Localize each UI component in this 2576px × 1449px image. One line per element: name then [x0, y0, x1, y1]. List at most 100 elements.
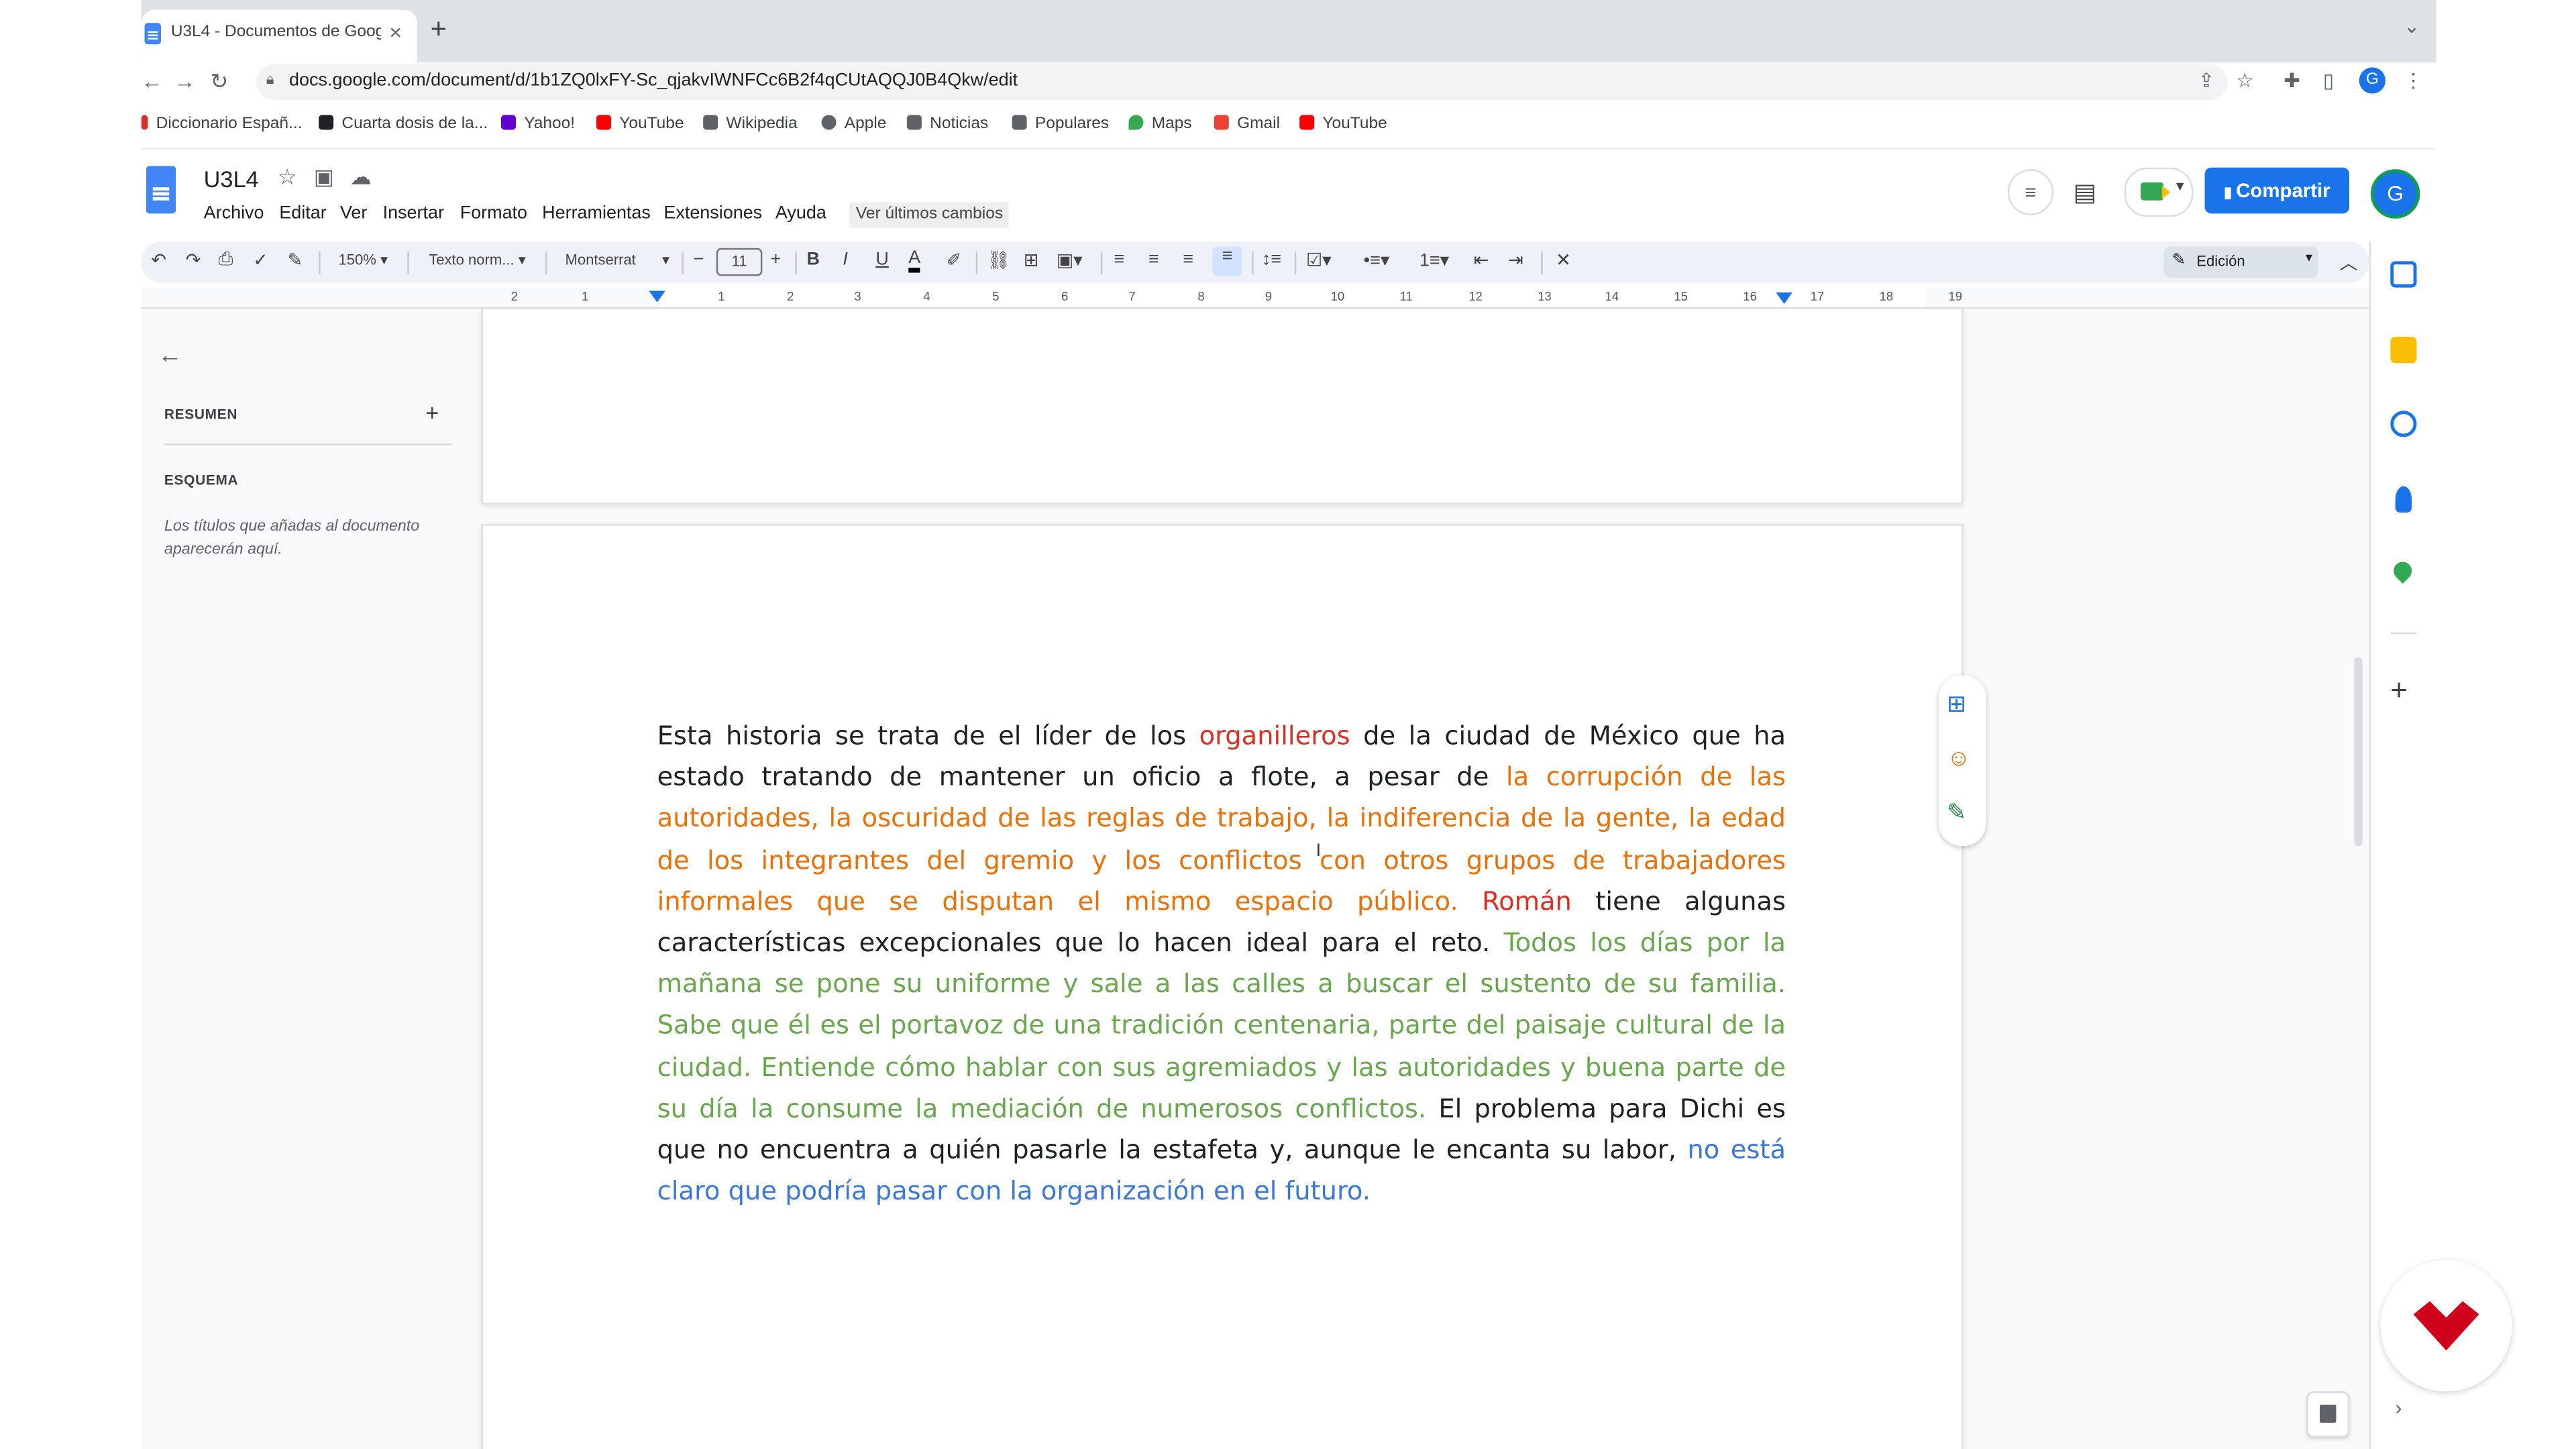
bookmark-item[interactable]: Diccionario Españ...	[141, 115, 302, 133]
bookmark-item[interactable]: Maps	[1128, 115, 1192, 133]
tab-close-icon[interactable]: ×	[389, 19, 402, 44]
checklist-icon[interactable]: ☑▾	[1306, 250, 1332, 271]
calendar-icon[interactable]	[2390, 261, 2417, 288]
add-comment-icon[interactable]: ⊞	[1024, 250, 1039, 271]
editing-mode-select[interactable]: ✎ Edición ▼	[2163, 246, 2318, 278]
italic-button[interactable]: I	[843, 250, 848, 269]
add-summary-button[interactable]: +	[425, 399, 439, 425]
forward-icon[interactable]: →	[174, 69, 196, 94]
bookmark-item[interactable]: Wikipedia	[703, 115, 798, 133]
menu-insertar[interactable]: Insertar	[383, 204, 444, 223]
outline-hint-text: Los títulos que añadas al documento apar…	[164, 517, 420, 559]
increase-indent-icon[interactable]: ⇥	[1508, 250, 1523, 271]
bookmark-item[interactable]: YouTube	[596, 115, 684, 133]
chevron-down-icon[interactable]: ▾	[662, 252, 669, 270]
back-icon[interactable]: ←	[142, 69, 163, 94]
bookmark-item[interactable]: Yahoo!	[500, 115, 575, 133]
vertical-scrollbar[interactable]	[2354, 657, 2363, 847]
document-title[interactable]: U3L4	[204, 166, 259, 192]
suggest-edits-icon[interactable]: ✎	[1947, 798, 1966, 826]
move-folder-icon[interactable]: ▣	[314, 164, 334, 191]
bold-button[interactable]: B	[806, 250, 819, 269]
bulleted-list-icon[interactable]: •≡▾	[1364, 250, 1390, 271]
spellcheck-icon[interactable]: ✓	[253, 250, 268, 271]
ruler-number: 17	[1810, 289, 1825, 305]
menu-ver[interactable]: Ver	[340, 204, 367, 223]
menu-editar[interactable]: Editar	[279, 204, 326, 223]
numbered-list-icon[interactable]: 1≡▾	[1419, 250, 1449, 271]
align-right-icon[interactable]: ≡	[1183, 250, 1193, 269]
bookmark-item[interactable]: Cuarta dosis de la...	[319, 115, 488, 133]
paint-format-icon[interactable]: ✎	[288, 250, 303, 271]
font-select[interactable]: Montserrat	[565, 252, 635, 268]
ruler-number: 1	[581, 289, 589, 305]
left-indent-marker-icon[interactable]	[649, 290, 665, 303]
document-page[interactable]	[481, 309, 1964, 504]
meet-button[interactable]: ▼	[2124, 167, 2194, 217]
tasks-icon[interactable]	[2390, 411, 2417, 437]
underline-button[interactable]: U	[875, 250, 888, 269]
browser-menu-icon[interactable]: ⋮	[2404, 69, 2423, 92]
cloud-status-icon[interactable]: ☁	[350, 164, 372, 191]
get-addons-icon[interactable]: +	[2390, 674, 2408, 708]
insert-link-icon[interactable]: ⛓	[987, 250, 1010, 271]
document-body-paragraph[interactable]: Esta historia se trata de el líder de lo…	[657, 714, 1786, 1212]
last-changes-link[interactable]: Ver últimos cambios	[849, 202, 1010, 229]
keep-icon[interactable]	[2390, 337, 2417, 364]
history-icon[interactable]: ≡	[2007, 169, 2054, 215]
menu-extensiones[interactable]: Extensiones	[663, 204, 762, 223]
print-icon[interactable]: ⎙	[219, 250, 233, 271]
right-indent-marker-icon[interactable]	[1776, 292, 1792, 305]
close-outline-icon[interactable]: ←	[158, 341, 182, 370]
new-tab-button[interactable]: +	[431, 13, 447, 46]
align-left-icon[interactable]: ≡	[1114, 250, 1124, 269]
bookmark-star-icon[interactable]: ☆	[2236, 69, 2253, 92]
font-size-input[interactable]: 11	[716, 248, 763, 276]
bookmark-folder[interactable]: Populares	[1012, 115, 1109, 133]
browser-tab[interactable]: U3L4 - Documentos de Google ×	[141, 9, 418, 63]
insert-image-icon[interactable]: ▣▾	[1057, 250, 1083, 271]
menu-archivo[interactable]: Archivo	[204, 204, 264, 223]
side-panel-icon[interactable]: ▯	[2323, 69, 2334, 92]
justify-icon[interactable]: ≡	[1212, 246, 1242, 276]
reload-icon[interactable]: ↻	[210, 69, 228, 95]
extensions-puzzle-icon[interactable]: ✚	[2284, 69, 2300, 92]
comments-icon[interactable]: ▤	[2074, 177, 2097, 207]
zoom-select[interactable]: 150% ▾	[338, 252, 388, 270]
font-size-increase-button[interactable]: +	[771, 250, 782, 269]
explore-button[interactable]	[2306, 1391, 2350, 1438]
bookmark-item[interactable]: Gmail	[1214, 115, 1280, 133]
star-icon[interactable]: ☆	[278, 164, 297, 191]
highlight-icon[interactable]: ✐	[947, 250, 962, 271]
menu-formato[interactable]: Formato	[460, 204, 527, 223]
ruler[interactable]: 2 1 1 2 3 4 5 6 7 8 9 10 11 12 13 14 15 …	[141, 287, 2369, 309]
share-button[interactable]: ▮ Compartir	[2204, 167, 2350, 214]
browser-profile-avatar[interactable]: G	[2359, 67, 2385, 94]
style-select[interactable]: Texto norm... ▾	[429, 252, 526, 270]
collapse-menus-icon[interactable]: ︿	[2339, 250, 2357, 276]
text-color-button[interactable]: A	[908, 249, 921, 273]
add-comment-icon[interactable]: ⊞	[1947, 690, 1966, 718]
redo-icon[interactable]: ↷	[186, 250, 201, 271]
share-page-icon[interactable]: ⇪	[2198, 69, 2215, 92]
undo-icon[interactable]: ↶	[151, 250, 166, 271]
decrease-indent-icon[interactable]: ⇤	[1474, 250, 1489, 271]
line-spacing-icon[interactable]: ↕≡	[1262, 250, 1281, 269]
ruler-number: 6	[1061, 289, 1069, 305]
align-center-icon[interactable]: ≡	[1148, 250, 1159, 269]
menu-herramientas[interactable]: Herramientas	[542, 204, 651, 223]
clear-formatting-icon[interactable]: ✕	[1556, 250, 1571, 271]
tab-search-chevron-icon[interactable]: ⌄	[2404, 15, 2420, 38]
hide-panel-chevron-icon[interactable]: ›	[2396, 1397, 2402, 1419]
docs-logo-icon[interactable]	[146, 166, 176, 214]
contacts-icon[interactable]	[2395, 486, 2412, 513]
divider	[164, 443, 452, 445]
font-size-decrease-button[interactable]: −	[693, 250, 704, 269]
account-avatar[interactable]: G	[2370, 169, 2420, 219]
bookmark-item[interactable]: YouTube	[1299, 115, 1387, 133]
bookmark-item[interactable]: Apple	[821, 115, 886, 133]
menu-ayuda[interactable]: Ayuda	[775, 204, 826, 223]
emoji-reaction-icon[interactable]: ☺	[1947, 744, 1970, 770]
url-bar[interactable]: 🔒︎ docs.google.com/document/d/1b1ZQ0lxFY…	[256, 64, 2228, 101]
bookmark-folder[interactable]: Noticias	[906, 115, 988, 133]
